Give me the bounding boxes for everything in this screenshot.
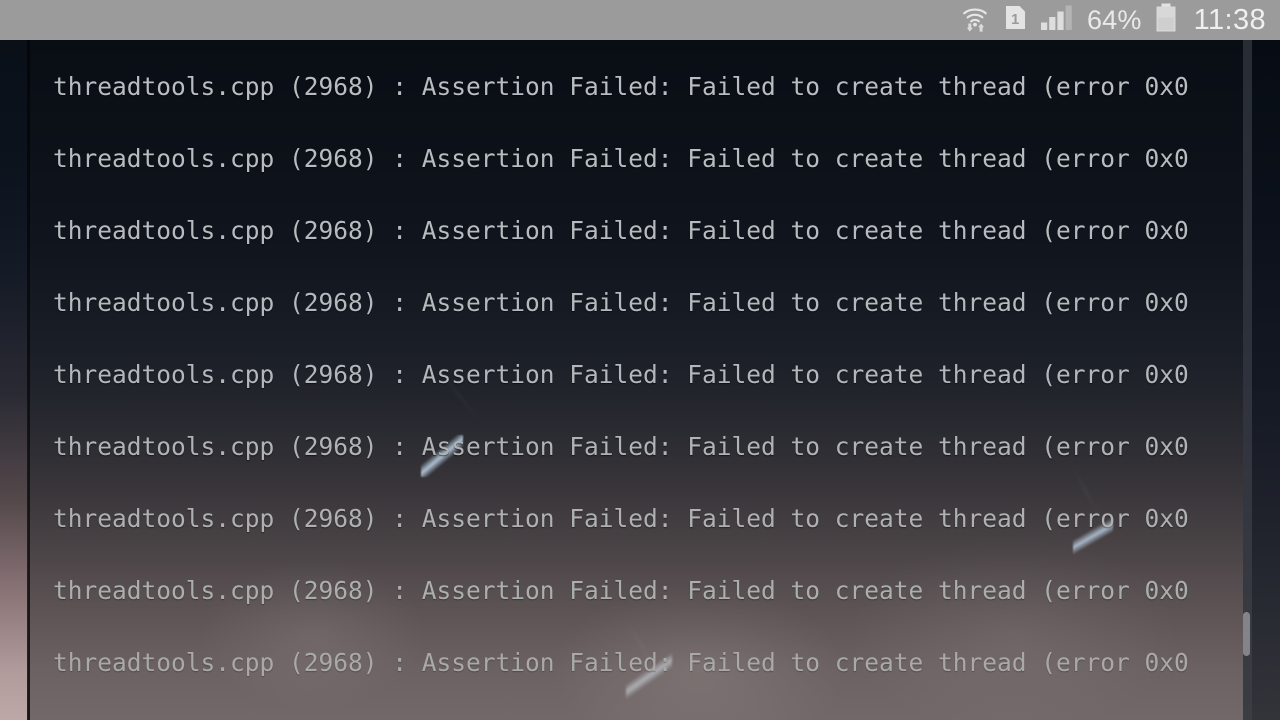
log-line: threadtools.cpp (2968) : Assertion Faile… — [53, 432, 1189, 461]
status-bar-items: 1 64% 11:38 — [961, 3, 1266, 38]
log-line: threadtools.cpp (2968) : Assertion Faile… — [53, 360, 1189, 389]
terminal-log-output[interactable]: threadtools.cpp (2968) : Assertion Faile… — [28, 40, 1243, 720]
status-bar-clock: 11:38 — [1193, 3, 1266, 36]
wifi-icon — [961, 4, 991, 37]
vertical-scrollbar-thumb[interactable] — [1243, 612, 1250, 656]
log-line: threadtools.cpp (2968) : Assertion Faile… — [53, 216, 1189, 245]
svg-text:1: 1 — [1011, 11, 1019, 28]
log-line: threadtools.cpp (2968) : Assertion Faile… — [53, 288, 1189, 317]
screen-root: threadtools.cpp (2968) : Assertion Faile… — [0, 0, 1280, 720]
sim-card-1-icon: 1 — [1004, 4, 1027, 36]
log-line: threadtools.cpp (2968) : Assertion Faile… — [53, 576, 1189, 605]
terminal-window[interactable]: threadtools.cpp (2968) : Assertion Faile… — [28, 40, 1243, 720]
log-line: threadtools.cpp (2968) : Assertion Faile… — [53, 72, 1189, 101]
battery-percentage-label: 64% — [1086, 4, 1142, 35]
cellular-signal-icon — [1040, 4, 1074, 36]
right-edge-panel — [1252, 40, 1280, 720]
log-line: threadtools.cpp (2968) : Assertion Faile… — [53, 504, 1189, 533]
log-line: threadtools.cpp (2968) : Assertion Faile… — [53, 144, 1189, 173]
terminal-left-edge — [27, 40, 30, 720]
battery-icon — [1155, 3, 1177, 38]
log-line: threadtools.cpp (2968) : Assertion Faile… — [53, 648, 1189, 677]
android-status-bar: 1 64% 11:38 — [0, 0, 1280, 40]
